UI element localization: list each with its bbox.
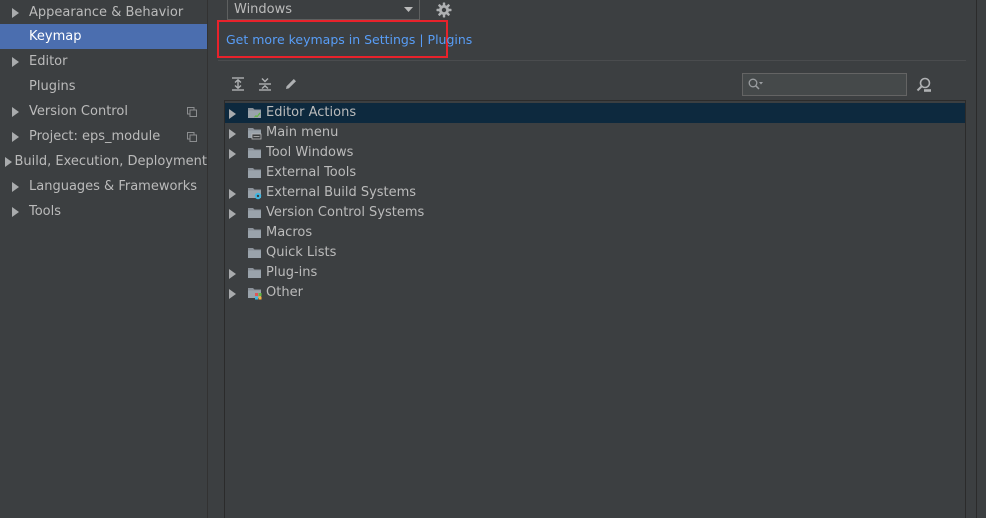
expand-arrow-icon[interactable] xyxy=(229,108,236,123)
tree-row-label: External Build Systems xyxy=(266,185,417,200)
collapse-all-icon[interactable] xyxy=(258,77,272,91)
tree-row[interactable]: Editor Actions xyxy=(225,103,965,123)
sidebar-item-tools[interactable]: Tools xyxy=(0,199,207,224)
tree-row-label: Macros xyxy=(266,225,313,240)
tree-row-label: Plug-ins xyxy=(266,265,318,280)
sidebar-item-label: Appearance & Behavior xyxy=(29,5,184,20)
expand-arrow-icon[interactable] xyxy=(229,128,236,143)
build-systems-folder-icon xyxy=(247,186,263,204)
expand-all-icon[interactable] xyxy=(231,77,245,91)
expand-arrow-icon[interactable] xyxy=(0,181,29,192)
sidebar-item-label: Plugins xyxy=(29,79,76,94)
sidebar-item-appearance-behavior[interactable]: Appearance & Behavior xyxy=(0,0,207,25)
folder-icon xyxy=(247,166,263,184)
keymap-scheme-value: Windows xyxy=(234,2,293,17)
expand-arrow-icon[interactable] xyxy=(0,131,29,142)
tree-row[interactable]: Plug-ins xyxy=(225,263,965,283)
keymap-actions-tree: Editor Actions Main menu Tool Windows Exter… xyxy=(224,100,966,518)
sidebar-item-label: Keymap xyxy=(29,29,82,44)
tree-row[interactable]: Main menu xyxy=(225,123,965,143)
pencil-icon[interactable] xyxy=(284,77,298,91)
divider xyxy=(218,60,966,61)
tree-row[interactable]: External Build Systems xyxy=(225,183,965,203)
expand-arrow-icon[interactable] xyxy=(0,156,15,167)
search-input[interactable] xyxy=(767,75,907,96)
tree-row-label: Main menu xyxy=(266,125,339,140)
expand-arrow-icon[interactable] xyxy=(0,56,29,67)
settings-sidebar: Appearance & Behavior Keymap Editor Plugins… xyxy=(0,0,208,518)
tree-row-label: Version Control Systems xyxy=(266,205,425,220)
gear-icon[interactable] xyxy=(436,2,452,18)
keymap-scheme-dropdown[interactable]: Windows xyxy=(227,0,420,20)
keymap-search-field[interactable] xyxy=(742,73,907,96)
folder-icon xyxy=(247,246,263,264)
tree-row-label: Editor Actions xyxy=(266,105,357,120)
sidebar-item-version-control[interactable]: Version Control xyxy=(0,99,207,124)
sidebar-item-languages-frameworks[interactable]: Languages & Frameworks xyxy=(0,174,207,199)
find-by-shortcut-icon[interactable] xyxy=(916,77,932,93)
tree-row-label: Quick Lists xyxy=(266,245,337,260)
expand-arrow-icon[interactable] xyxy=(0,206,29,217)
other-folder-icon xyxy=(247,286,263,304)
sidebar-item-keymap[interactable]: Keymap xyxy=(0,24,207,49)
sidebar-item-label: Editor xyxy=(29,54,68,69)
expand-arrow-icon[interactable] xyxy=(0,106,29,117)
expand-arrow-icon[interactable] xyxy=(229,268,236,283)
folder-icon xyxy=(247,206,263,224)
sidebar-item-project-eps-module[interactable]: Project: eps_module xyxy=(0,124,207,149)
sidebar-item-label: Languages & Frameworks xyxy=(29,179,198,194)
tree-row-label: Tool Windows xyxy=(266,145,354,160)
tree-row[interactable]: Other xyxy=(225,283,965,303)
chevron-down-icon xyxy=(404,7,413,12)
expand-arrow-icon[interactable] xyxy=(229,148,236,163)
main-menu-folder-icon xyxy=(247,126,263,144)
sidebar-item-label: Project: eps_module xyxy=(29,129,161,144)
folder-icon xyxy=(247,146,263,164)
sidebar-item-editor[interactable]: Editor xyxy=(0,49,207,74)
sidebar-item-label: Version Control xyxy=(29,104,128,119)
sidebar-item-label: Build, Execution, Deployment xyxy=(14,154,207,169)
tree-row[interactable]: Tool Windows xyxy=(225,143,965,163)
search-icon xyxy=(748,78,763,90)
get-more-keymaps-link[interactable]: Get more keymaps in Settings | Plugins xyxy=(226,32,472,47)
sidebar-item-plugins[interactable]: Plugins xyxy=(0,74,207,99)
tree-row[interactable]: Version Control Systems xyxy=(225,203,965,223)
expand-arrow-icon[interactable] xyxy=(229,208,236,223)
project-level-icon xyxy=(187,106,197,121)
tree-row-label: Other xyxy=(266,285,303,300)
sidebar-item-label: Tools xyxy=(29,204,62,219)
sidebar-item-build-execution-deployment[interactable]: Build, Execution, Deployment xyxy=(0,149,207,174)
project-level-icon xyxy=(187,131,197,146)
keymap-panel: Windows Get more keymaps in Settings | P… xyxy=(208,0,986,518)
scrollbar-track[interactable] xyxy=(976,0,986,518)
tree-row[interactable]: External Tools xyxy=(225,163,965,183)
folder-icon xyxy=(247,266,263,284)
expand-arrow-icon[interactable] xyxy=(229,188,236,203)
editor-actions-folder-icon xyxy=(247,106,263,124)
tree-row-label: External Tools xyxy=(266,165,357,180)
tree-row[interactable]: Quick Lists xyxy=(225,243,965,263)
expand-arrow-icon[interactable] xyxy=(229,288,236,303)
folder-icon xyxy=(247,226,263,244)
tree-row[interactable]: Macros xyxy=(225,223,965,243)
expand-arrow-icon[interactable] xyxy=(0,7,29,18)
